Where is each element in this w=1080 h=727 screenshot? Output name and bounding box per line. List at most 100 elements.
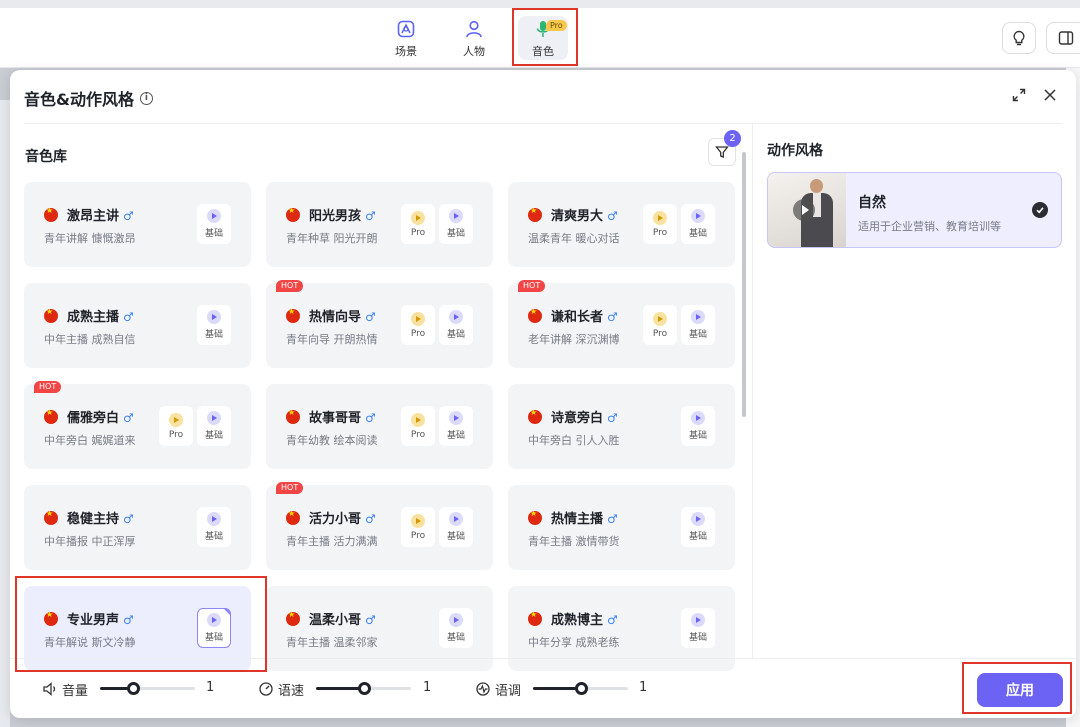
voice-card-name: 儒雅旁白 ♂ [67,407,134,426]
expand-button[interactable] [1010,86,1028,104]
info-icon[interactable]: i [139,91,153,105]
volume-slider[interactable] [100,682,195,695]
play-button-label: 基础 [446,633,465,643]
volume-value: 1 [206,680,215,695]
china-flag-icon [44,511,58,525]
speed-slider-handle[interactable] [358,682,371,695]
play-pro-button[interactable]: Pro [401,406,435,446]
expand-icon [1012,88,1026,102]
play-basic-button[interactable]: 基础 [197,507,231,547]
voice-card[interactable]: 热情主播♂ 青年主播 激情带货 基础 [508,485,735,570]
voice-card[interactable]: HOT 儒雅旁白♂ 中年旁白 娓娓道来 Pro 基础 [24,381,251,469]
play-basic-button[interactable]: 基础 [439,608,473,648]
voice-card-name: 谦和长者 ♂ [551,306,618,325]
voice-card[interactable]: 清爽男大♂ 温柔青年 暖心对话 Pro 基础 [508,182,735,267]
voice-name-text: 热情主播 [551,512,604,527]
play-icon [411,311,425,326]
play-button-label: 基础 [204,330,223,340]
canvas-background-left [0,100,10,727]
voice-card[interactable]: 激昂主讲♂ 青年讲解 慷慨激昂 基础 [24,182,251,267]
panel-toggle-button[interactable] [1046,22,1080,54]
voice-library-title: 音色库 [25,149,67,165]
china-flag-icon [286,410,300,424]
voice-card[interactable]: HOT 谦和长者♂ 老年讲解 深沉渊博 Pro 基础 [508,280,735,368]
pitch-slider[interactable] [533,682,628,695]
play-basic-button[interactable]: 基础 [197,406,231,446]
male-icon: ♂ [607,209,618,223]
play-basic-button[interactable]: 基础 [681,204,715,244]
male-icon: ♂ [123,310,134,324]
play-basic-button[interactable]: 基础 [681,608,715,648]
voice-card-name: 成熟博主 ♂ [551,609,618,628]
tab-person[interactable]: 人物 [449,16,499,60]
play-basic-button[interactable]: 基础 [681,305,715,345]
play-icon [207,411,221,425]
china-flag-icon [286,309,300,323]
play-pro-button[interactable]: Pro [401,204,435,244]
hot-badge: HOT [276,482,304,494]
play-icon [691,310,705,324]
pitch-icon [476,682,490,696]
play-button-label: Pro [410,227,426,238]
play-pro-button[interactable]: Pro [401,507,435,547]
play-button-label: 基础 [688,431,707,441]
play-pro-button[interactable]: Pro [401,305,435,345]
voice-card[interactable]: HOT 活力小哥♂ 青年主播 活力满满 Pro 基础 [266,482,493,570]
pitch-value: 1 [639,680,648,695]
play-icon[interactable] [793,199,815,221]
voice-name-text: 成熟博主 [551,613,604,628]
hot-badge: HOT [34,381,62,393]
tab-scene[interactable]: 场景 [381,16,431,60]
play-pro-button[interactable]: Pro [643,305,677,345]
play-basic-button[interactable]: 基础 [197,305,231,345]
voice-card[interactable]: 稳健主持♂ 中年播报 中正浑厚 基础 [24,485,251,570]
play-button-label: 基础 [204,532,223,542]
close-button[interactable] [1041,86,1059,104]
play-button-label: 基础 [688,229,707,239]
voice-card[interactable]: 阳光男孩♂ 青年种草 阳光开朗 Pro 基础 [266,182,493,267]
play-pro-button[interactable]: Pro [643,204,677,244]
close-icon [1044,89,1056,101]
pitch-control: 语调 [475,679,521,699]
selected-voice-highlight [15,576,267,672]
volume-slider-handle[interactable] [127,682,140,695]
voice-card-name: 稳健主持 ♂ [67,508,134,527]
volume-control: 音量 [42,679,88,699]
pitch-slider-handle[interactable] [575,682,588,695]
play-icon [449,310,463,324]
action-style-card[interactable]: 自然 适用于企业营销、教育培训等 [767,172,1062,248]
voice-card[interactable]: HOT 热情向导♂ 青年向导 开朗热情 Pro 基础 [266,280,493,368]
play-icon [449,613,463,627]
voice-card-name: 热情向导 ♂ [309,306,376,325]
voice-list-scrollbar[interactable] [742,152,746,417]
play-pro-button[interactable]: Pro [159,406,193,446]
play-button-label: 基础 [688,532,707,542]
play-button-label: 基础 [446,532,465,542]
play-basic-button[interactable]: 基础 [439,204,473,244]
voice-card[interactable]: 故事哥哥♂ 青年幼教 绘本阅读 Pro 基础 [266,384,493,469]
check-icon [1032,202,1048,218]
play-button-label: 基础 [446,431,465,441]
play-button-label: Pro [410,328,426,339]
play-button-label: Pro [652,227,668,238]
china-flag-icon [528,612,542,626]
person-icon [463,18,485,40]
play-basic-button[interactable]: 基础 [681,507,715,547]
hot-badge: HOT [276,280,304,292]
play-basic-button[interactable]: 基础 [197,204,231,244]
play-basic-button[interactable]: 基础 [439,507,473,547]
panel-divider [752,124,753,658]
play-basic-button[interactable]: 基础 [439,305,473,345]
play-basic-button[interactable]: 基础 [439,406,473,446]
voice-card[interactable]: 成熟主播♂ 中年主播 成熟自信 基础 [24,283,251,368]
voice-card[interactable]: 诗意旁白♂ 中年旁白 引人入胜 基础 [508,384,735,469]
play-basic-button[interactable]: 基础 [681,406,715,446]
voice-card-desc: 中年播报 中正浑厚 [44,535,136,548]
speed-slider[interactable] [316,682,411,695]
play-button-label: Pro [410,530,426,541]
voice-card-desc: 青年种草 阳光开朗 [286,232,378,245]
play-icon [653,210,667,225]
scene-icon [395,18,417,40]
play-button-label: 基础 [688,330,707,340]
lightbulb-button[interactable] [1002,22,1036,54]
